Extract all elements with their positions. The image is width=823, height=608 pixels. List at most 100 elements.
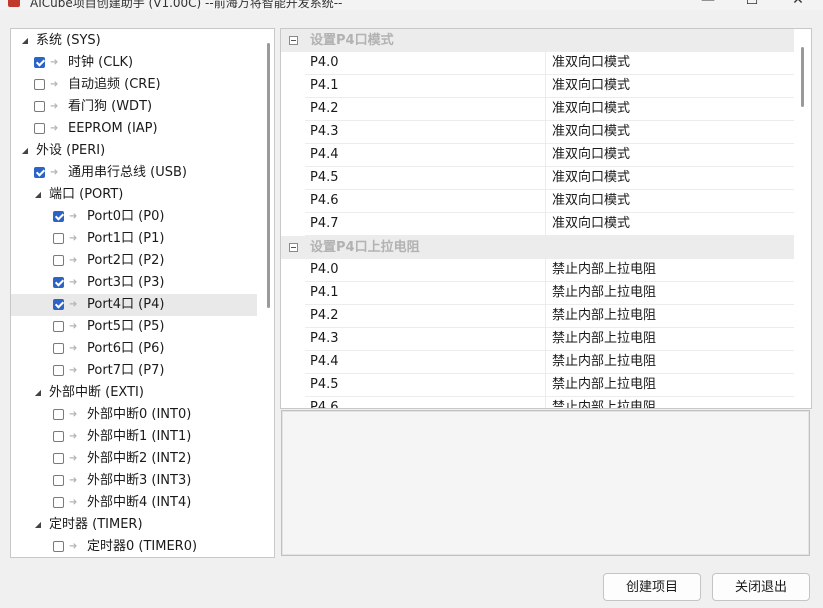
module-checkbox[interactable]: [53, 541, 64, 552]
description-panel: [281, 410, 810, 556]
expand-toggle-icon[interactable]: ◢: [19, 30, 31, 52]
property-value[interactable]: 准双向口模式: [552, 52, 630, 74]
create-project-button[interactable]: 创建项目: [603, 573, 701, 601]
module-checkbox[interactable]: [34, 123, 45, 134]
property-row[interactable]: P4.1 准双向口模式: [305, 75, 794, 98]
close-window-button[interactable]: ✕: [778, 0, 818, 10]
arrow-right-icon: ➜: [69, 321, 78, 332]
property-row[interactable]: P4.5 准双向口模式: [305, 167, 794, 190]
tree-item[interactable]: ➜ Port4口 (P4): [11, 294, 257, 316]
minimize-button[interactable]: —: [688, 0, 728, 10]
tree-item[interactable]: ➜ 时钟 (CLK): [11, 52, 257, 74]
module-checkbox[interactable]: [53, 453, 64, 464]
property-category[interactable]: 设置P4口上拉电阻: [281, 236, 794, 259]
tree-item[interactable]: ➜ Port7口 (P7): [11, 360, 257, 382]
tree-scrollbar-thumb[interactable]: [267, 43, 270, 308]
property-grid[interactable]: 设置P4口模式 P4.0 准双向口模式 P4.1 准双向口模式 P4.2 准双向口模式 P4.…: [280, 28, 812, 409]
module-checkbox[interactable]: [53, 299, 64, 310]
module-checkbox[interactable]: [53, 343, 64, 354]
tree-item[interactable]: ➜ 外部中断4 (INT4): [11, 492, 257, 514]
collapse-minus-icon[interactable]: [289, 243, 298, 252]
property-value[interactable]: 准双向口模式: [552, 121, 630, 143]
module-checkbox[interactable]: [34, 101, 45, 112]
property-category[interactable]: 设置P4口模式: [281, 29, 794, 52]
module-checkbox[interactable]: [34, 79, 45, 90]
property-row[interactable]: P4.2 禁止内部上拉电阻: [305, 305, 794, 328]
tree-item-label: Port6口 (P6): [87, 341, 165, 356]
tree-group[interactable]: ◢ 端口 (PORT): [11, 184, 257, 206]
property-value[interactable]: 准双向口模式: [552, 167, 630, 189]
tree-item[interactable]: ➜ 通用串行总线 (USB): [11, 162, 257, 184]
tree-group[interactable]: ◢ 定时器 (TIMER): [11, 514, 257, 536]
tree-item[interactable]: ➜ 外部中断2 (INT2): [11, 448, 257, 470]
tree-item[interactable]: ➜ 外部中断1 (INT1): [11, 426, 257, 448]
property-value[interactable]: 准双向口模式: [552, 98, 630, 120]
property-row[interactable]: P4.6 禁止内部上拉电阻: [305, 397, 794, 408]
property-value[interactable]: 准双向口模式: [552, 144, 630, 166]
grid-scrollbar-thumb[interactable]: [801, 47, 804, 107]
tree-group[interactable]: ◢ 外设 (PERI): [11, 140, 257, 162]
property-value[interactable]: 禁止内部上拉电阻: [552, 259, 656, 281]
module-checkbox[interactable]: [53, 233, 64, 244]
tree-item[interactable]: ➜ Port5口 (P5): [11, 316, 257, 338]
module-checkbox[interactable]: [53, 497, 64, 508]
close-exit-button[interactable]: 关闭退出: [712, 573, 810, 601]
tree-item[interactable]: ➜ 外部中断0 (INT0): [11, 404, 257, 426]
property-row[interactable]: P4.0 准双向口模式: [305, 52, 794, 75]
property-row[interactable]: P4.3 准双向口模式: [305, 121, 794, 144]
property-row[interactable]: P4.1 禁止内部上拉电阻: [305, 282, 794, 305]
module-checkbox[interactable]: [53, 365, 64, 376]
property-value[interactable]: 禁止内部上拉电阻: [552, 305, 656, 327]
module-checkbox[interactable]: [53, 211, 64, 222]
module-checkbox[interactable]: [53, 277, 64, 288]
module-checkbox[interactable]: [53, 255, 64, 266]
tree-group[interactable]: ◢ 系统 (SYS): [11, 30, 257, 52]
expand-toggle-icon[interactable]: ◢: [19, 140, 31, 162]
tree-item[interactable]: ➜ EEPROM (IAP): [11, 118, 257, 140]
tree-item-label: Port5口 (P5): [87, 319, 165, 334]
property-name: P4.2: [310, 98, 546, 120]
module-checkbox[interactable]: [53, 409, 64, 420]
property-row[interactable]: P4.4 禁止内部上拉电阻: [305, 351, 794, 374]
expand-toggle-icon[interactable]: ◢: [32, 514, 44, 536]
tree-item[interactable]: ➜ Port2口 (P2): [11, 250, 257, 272]
tree-item[interactable]: ➜ Port3口 (P3): [11, 272, 257, 294]
tree-item[interactable]: ➜ Port0口 (P0): [11, 206, 257, 228]
property-row[interactable]: P4.6 准双向口模式: [305, 190, 794, 213]
property-row[interactable]: P4.2 准双向口模式: [305, 98, 794, 121]
tree-scrollbar[interactable]: [263, 29, 274, 557]
property-row[interactable]: P4.3 禁止内部上拉电阻: [305, 328, 794, 351]
tree-group-label: 定时器 (TIMER): [49, 517, 143, 532]
property-value[interactable]: 禁止内部上拉电阻: [552, 328, 656, 350]
maximize-button[interactable]: ☐: [732, 0, 772, 10]
property-value[interactable]: 禁止内部上拉电阻: [552, 351, 656, 373]
expand-toggle-icon[interactable]: ◢: [32, 184, 44, 206]
module-checkbox[interactable]: [53, 431, 64, 442]
property-value[interactable]: 禁止内部上拉电阻: [552, 397, 656, 408]
expand-toggle-icon[interactable]: ◢: [32, 382, 44, 404]
tree-item[interactable]: ➜ Port6口 (P6): [11, 338, 257, 360]
tree-item[interactable]: ➜ 自动追频 (CRE): [11, 74, 257, 96]
property-row[interactable]: P4.5 禁止内部上拉电阻: [305, 374, 794, 397]
collapse-minus-icon[interactable]: [289, 36, 298, 45]
tree-item[interactable]: ➜ 定时器0 (TIMER0): [11, 536, 257, 557]
tree-group[interactable]: ◢ 外部中断 (EXTI): [11, 382, 257, 404]
property-value[interactable]: 准双向口模式: [552, 190, 630, 212]
property-row[interactable]: P4.7 准双向口模式: [305, 213, 794, 236]
property-value[interactable]: 准双向口模式: [552, 213, 630, 235]
tree-item[interactable]: ➜ 外部中断3 (INT3): [11, 470, 257, 492]
module-checkbox[interactable]: [34, 57, 45, 68]
module-tree[interactable]: ◢ 系统 (SYS) ➜ 时钟 (CLK) ➜ 自动追频 (CRE) ➜ 看门狗 (WDT) ➜…: [10, 28, 275, 558]
tree-item-label: 外部中断0 (INT0): [87, 407, 192, 422]
property-row[interactable]: P4.0 禁止内部上拉电阻: [305, 259, 794, 282]
property-value[interactable]: 禁止内部上拉电阻: [552, 374, 656, 396]
module-checkbox[interactable]: [53, 321, 64, 332]
tree-item[interactable]: ➜ 看门狗 (WDT): [11, 96, 257, 118]
module-checkbox[interactable]: [34, 167, 45, 178]
property-value[interactable]: 禁止内部上拉电阻: [552, 282, 656, 304]
arrow-right-icon: ➜: [69, 541, 78, 552]
property-value[interactable]: 准双向口模式: [552, 75, 630, 97]
property-row[interactable]: P4.4 准双向口模式: [305, 144, 794, 167]
tree-item[interactable]: ➜ Port1口 (P1): [11, 228, 257, 250]
module-checkbox[interactable]: [53, 475, 64, 486]
